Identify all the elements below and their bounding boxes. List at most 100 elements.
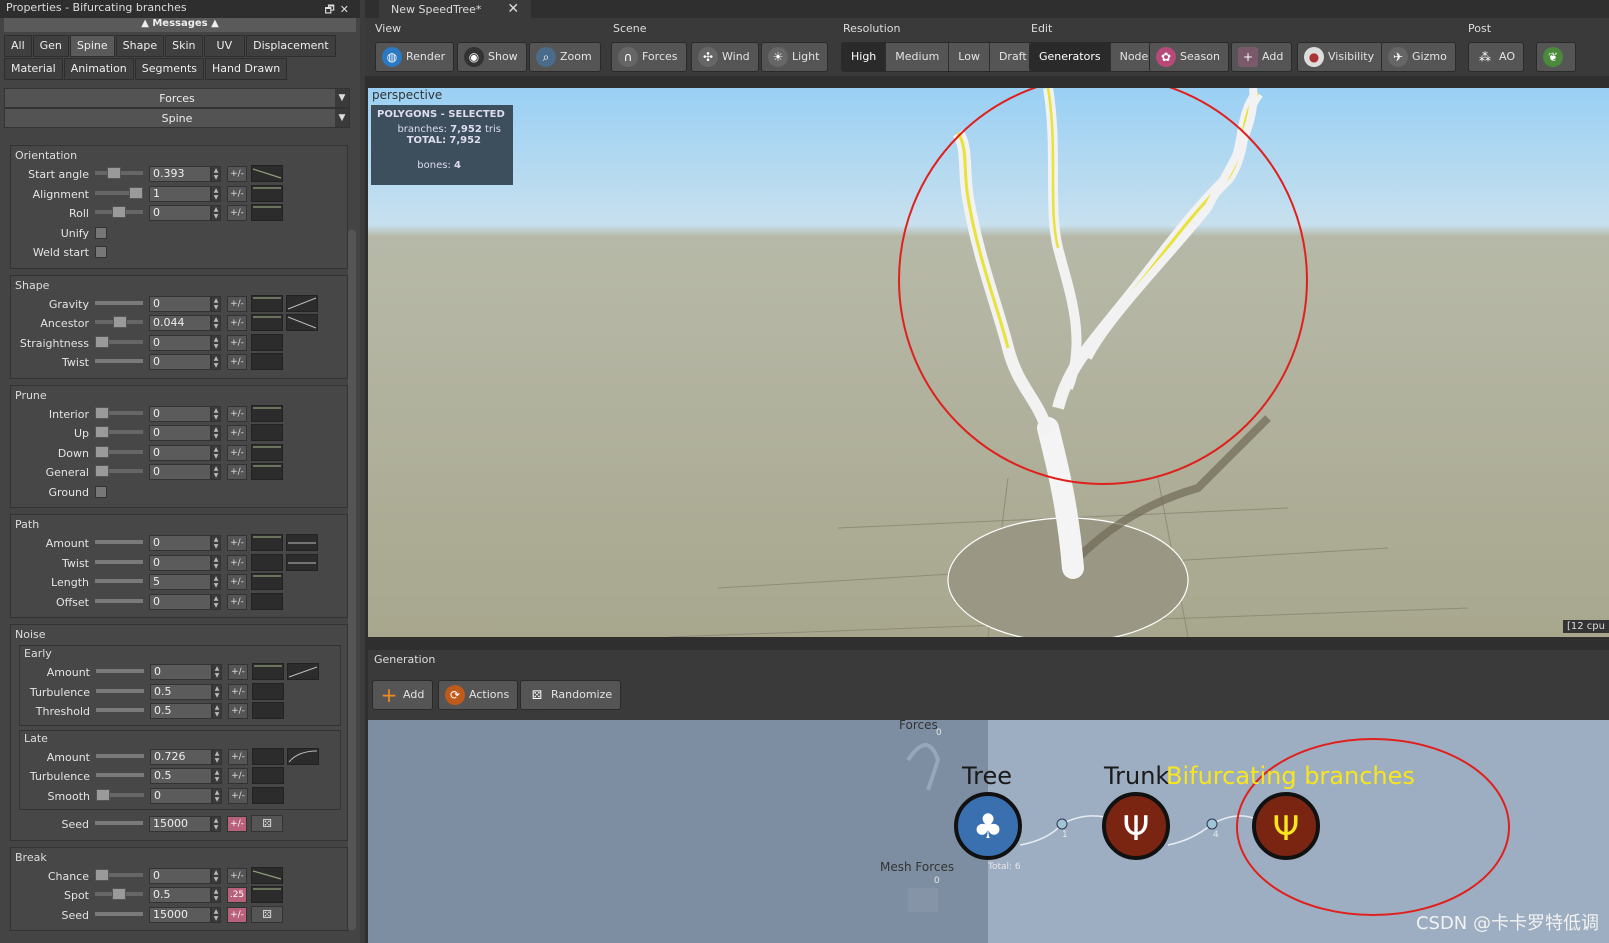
properties-scrollbar[interactable] — [348, 230, 356, 930]
property-value[interactable]: 0.5 — [150, 703, 212, 719]
spin-arrows[interactable]: ▲ ▼ — [211, 554, 221, 571]
property-value[interactable]: 0 — [149, 205, 211, 221]
variance-button[interactable]: +/- — [227, 166, 247, 182]
curve-editor[interactable] — [251, 353, 283, 370]
property-slider[interactable] — [95, 821, 143, 825]
curve-editor[interactable] — [251, 404, 283, 422]
curve-editor-secondary[interactable] — [286, 553, 318, 571]
weld-start-checkbox[interactable] — [95, 246, 107, 258]
curve-editor-secondary[interactable] — [287, 663, 319, 680]
visibility-button[interactable]: ● Visibility — [1297, 42, 1384, 72]
property-value[interactable]: 0 — [149, 425, 211, 441]
property-slider[interactable] — [95, 540, 143, 544]
property-value[interactable]: 0 — [149, 464, 211, 480]
panel-controls[interactable]: 🗗✕ — [324, 1, 354, 20]
property-slider[interactable] — [96, 788, 144, 801]
tab-shape[interactable]: Shape — [115, 35, 165, 57]
property-value[interactable]: 0.5 — [150, 768, 212, 784]
slider-thumb[interactable] — [95, 406, 109, 419]
property-slider[interactable] — [95, 359, 143, 363]
edit-generators[interactable]: Generators — [1030, 43, 1111, 71]
spin-arrows[interactable]: ▲ ▼ — [211, 405, 221, 422]
curve-editor[interactable] — [251, 573, 283, 590]
variance-button[interactable]: +/- — [227, 816, 247, 832]
resolution-low[interactable]: Low — [949, 43, 990, 71]
property-value[interactable]: 0.5 — [149, 887, 211, 903]
curve-editor-secondary[interactable] — [286, 534, 318, 551]
forces-dropdown[interactable]: Forces ▼ — [4, 88, 350, 108]
variance-button[interactable]: +/- — [228, 787, 248, 804]
curve-editor[interactable] — [251, 333, 283, 351]
variance-button[interactable]: +/- — [227, 593, 247, 610]
property-slider[interactable] — [96, 773, 144, 777]
randomize-button[interactable]: ⚄ Randomize — [520, 680, 622, 710]
property-slider[interactable] — [95, 206, 143, 218]
ground-checkbox[interactable] — [95, 485, 107, 498]
variance-button[interactable]: +/- — [228, 748, 248, 765]
leaf-button[interactable]: ❦ — [1536, 42, 1576, 72]
property-slider[interactable] — [95, 426, 143, 438]
slider-thumb[interactable] — [95, 335, 109, 348]
close-icon[interactable]: ✕ — [507, 1, 519, 17]
spin-arrows[interactable]: ▲ ▼ — [211, 444, 221, 461]
property-slider[interactable] — [95, 598, 143, 603]
variance-button[interactable]: +/- — [227, 574, 247, 590]
curve-editor-secondary[interactable] — [286, 294, 318, 312]
spin-arrows[interactable]: ▲ ▼ — [211, 867, 221, 884]
show-button[interactable]: ◉ Show — [457, 42, 527, 72]
curve-editor[interactable] — [251, 592, 283, 610]
spin-arrows[interactable]: ▲ ▼ — [211, 185, 221, 202]
property-value[interactable]: 15000 — [149, 816, 211, 832]
variance-button[interactable]: +/- — [227, 354, 247, 370]
property-value[interactable]: 15000 — [149, 906, 211, 923]
light-button[interactable]: ☀ Light — [761, 42, 829, 72]
slider-thumb[interactable] — [95, 465, 109, 477]
slider-thumb[interactable] — [129, 186, 143, 199]
document-tab[interactable]: New SpeedTree* ✕ — [379, 0, 532, 18]
curve-editor[interactable] — [252, 702, 284, 719]
curve-editor[interactable] — [251, 443, 283, 461]
property-value[interactable]: 0.044 — [149, 315, 211, 331]
property-value[interactable]: 0 — [149, 554, 211, 571]
wind-button[interactable]: ✣ Wind — [691, 42, 759, 72]
property-value[interactable]: 0 — [149, 535, 211, 551]
property-value[interactable]: 0 — [149, 444, 211, 461]
spin-arrows[interactable]: ▲ ▼ — [212, 703, 222, 719]
spin-arrows[interactable]: ▲ ▼ — [211, 593, 221, 610]
curve-editor[interactable] — [252, 663, 284, 680]
spin-arrows[interactable]: ▲ ▼ — [211, 574, 221, 590]
property-slider[interactable] — [95, 888, 143, 900]
spin-arrows[interactable]: ▲ ▼ — [211, 315, 221, 331]
slider-thumb[interactable] — [95, 445, 109, 458]
property-slider[interactable] — [95, 186, 143, 199]
variance-button[interactable]: +/- — [227, 334, 247, 351]
property-slider[interactable] — [96, 669, 144, 673]
variance-button[interactable]: +/- — [227, 205, 247, 221]
property-value[interactable]: 0.726 — [150, 748, 212, 765]
curve-editor-secondary[interactable] — [286, 314, 318, 331]
property-value[interactable]: 0 — [150, 787, 212, 804]
property-value[interactable]: 0 — [149, 405, 211, 422]
actions-button[interactable]: ⟳ Actions — [438, 680, 519, 710]
variance-button[interactable]: +/- — [227, 867, 247, 884]
tab-uv[interactable]: UV — [203, 35, 246, 57]
spin-arrows[interactable]: ▲ ▼ — [212, 664, 222, 680]
curve-editor[interactable] — [251, 866, 283, 884]
generation-graph[interactable]: ♣ Ψ Ψ Forces 0 Tree Trunk Bifurcating br… — [368, 720, 1609, 943]
property-slider[interactable] — [95, 868, 143, 881]
tab-hand-drawn[interactable]: Hand Drawn — [205, 58, 288, 80]
tab-gen[interactable]: Gen — [32, 35, 69, 57]
property-slider[interactable] — [95, 300, 143, 305]
property-slider[interactable] — [95, 335, 143, 348]
curve-editor[interactable] — [251, 165, 283, 182]
spin-arrows[interactable]: ▲ ▼ — [211, 166, 221, 182]
curve-editor[interactable] — [252, 682, 284, 700]
season-button[interactable]: ✿ Season — [1149, 42, 1229, 72]
variance-button[interactable]: +/- — [227, 464, 247, 480]
curve-editor[interactable] — [252, 747, 284, 765]
property-value[interactable]: 0 — [149, 334, 211, 351]
curve-editor[interactable] — [251, 424, 283, 441]
spin-arrows[interactable]: ▲ ▼ — [211, 535, 221, 551]
variance-button[interactable]: +/- — [227, 185, 247, 202]
property-slider[interactable] — [95, 465, 143, 477]
